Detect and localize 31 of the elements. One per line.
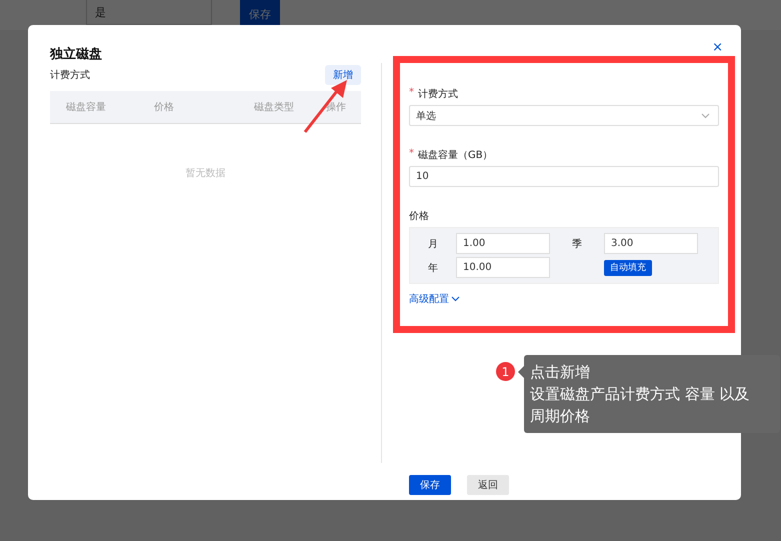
input-field[interactable]: 10 [409, 166, 719, 187]
tooltip-text: 周期价格 [530, 406, 591, 427]
chevron-icon [451, 296, 460, 302]
section-label: 计费方式 [50, 68, 90, 82]
select-field[interactable]: 单选 [409, 105, 719, 126]
autofill-button[interactable]: 自动填充 [604, 260, 652, 276]
field-label: 价格 [409, 210, 430, 224]
required-mark: * [409, 87, 414, 100]
back-button[interactable]: 返回 [467, 475, 509, 495]
chevron-icon [701, 112, 710, 118]
price-input[interactable]: 10.00 [456, 257, 550, 278]
close-button[interactable]: × [712, 41, 723, 54]
add-button[interactable]: 新增 [325, 65, 361, 85]
advanced-toggle[interactable]: 高级配置 [409, 292, 460, 306]
empty-text: 暂无数据 [184, 166, 226, 180]
tooltip-text: 设置磁盘产品计费方式 容量 以及 [530, 384, 751, 405]
field-label: * 磁盘容量（GB） [409, 148, 719, 166]
column-header: 价格 [153, 100, 175, 114]
period-label: 季 [571, 238, 583, 250]
period-label: 年 [427, 262, 439, 274]
price-input[interactable]: 3.00 [604, 233, 698, 254]
column-header: 磁盘类型 [253, 100, 295, 114]
save-button[interactable]: 保存 [409, 475, 451, 495]
arrow-icon [303, 78, 349, 134]
tooltip-text: 点击新增 [530, 362, 591, 383]
field-label: * 计费方式 [409, 87, 719, 105]
required-mark: * [409, 148, 414, 161]
period-label: 月 [427, 238, 439, 250]
dialog-title: 独立磁盘 [50, 46, 103, 63]
price-input[interactable]: 1.00 [456, 233, 550, 254]
column-header: 磁盘容量 [65, 100, 107, 114]
